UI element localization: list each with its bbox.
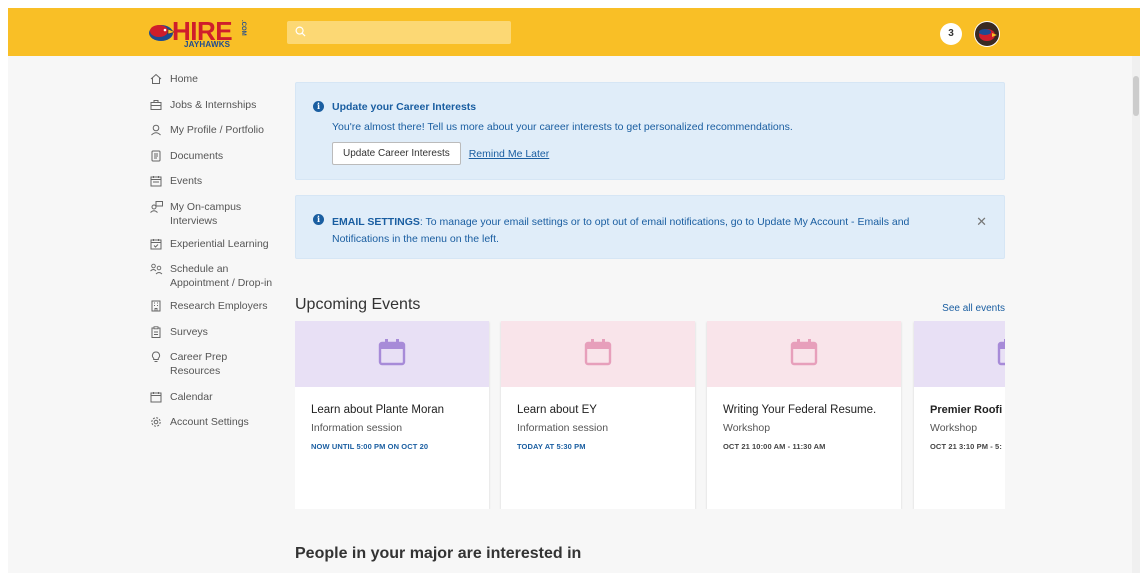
event-card[interactable]: Learn about Plante Moran Information ses… — [295, 321, 489, 509]
page-scrollbar[interactable] — [1132, 56, 1140, 573]
building-icon — [148, 299, 164, 313]
sidebar-item-label: Documents — [170, 149, 224, 162]
career-interests-alert: i Update your Career Interests You're al… — [295, 82, 1005, 180]
event-title: Writing Your Federal Resume. — [723, 404, 877, 416]
logo-subtitle: JAYHAWKS — [184, 40, 231, 49]
event-type: Information session — [311, 422, 403, 434]
sidebar-item-experiential[interactable]: Experiential Learning — [148, 237, 278, 251]
remind-me-later-link[interactable]: Remind Me Later — [469, 148, 550, 160]
event-title: Learn about Plante Moran — [311, 404, 444, 416]
alert-text: You're almost there! Tell us more about … — [332, 121, 793, 133]
calendar-icon — [148, 390, 164, 404]
sidebar-item-label: My On-campus Interviews — [170, 200, 242, 227]
email-settings-alert: i EMAIL SETTINGS: To manage your email s… — [295, 195, 1005, 259]
sidebar-item-surveys[interactable]: Surveys — [148, 325, 278, 339]
user-avatar-icon — [975, 22, 999, 46]
see-all-events-link[interactable]: See all events — [942, 303, 1005, 314]
upcoming-events-title: Upcoming Events — [295, 296, 421, 313]
person-icon — [148, 123, 164, 137]
sidebar-item-label: Jobs & Internships — [170, 98, 257, 111]
event-card[interactable]: Learn about EY Information session TODAY… — [501, 321, 695, 509]
close-icon[interactable]: ✕ — [976, 214, 987, 230]
calendar-icon — [377, 337, 407, 372]
sidebar-nav: Home Jobs & Internships My Profile / Por… — [148, 72, 278, 441]
event-type: Information session — [517, 422, 609, 434]
sidebar-item-label: Calendar — [170, 390, 213, 403]
sidebar-item-appointment[interactable]: Schedule an Appointment / Drop-in — [148, 262, 278, 290]
event-title: Premier Roofi Career Fair Oc — [930, 404, 1005, 416]
sidebar-item-calendar[interactable]: Calendar — [148, 390, 278, 404]
event-type: Workshop — [930, 422, 978, 434]
alert-strong-label: EMAIL SETTINGS — [332, 216, 420, 228]
sidebar-item-jobs[interactable]: Jobs & Internships — [148, 98, 278, 112]
event-banner — [295, 321, 489, 387]
sidebar-item-events[interactable]: Events — [148, 174, 278, 188]
event-banner — [707, 321, 901, 387]
sidebar-item-interviews[interactable]: My On-campus Interviews — [148, 200, 278, 228]
event-time: OCT 21 10:00 AM - 11:30 AM — [723, 442, 826, 451]
sidebar-item-account-settings[interactable]: Account Settings — [148, 415, 278, 429]
logo[interactable]: HIRE JAYHAWKS .COM — [146, 16, 254, 49]
interview-icon — [148, 200, 164, 214]
search-icon — [295, 26, 306, 37]
event-title: Learn about EY — [517, 404, 597, 416]
event-card[interactable]: Premier Roofi Career Fair Oc Workshop OC… — [914, 321, 1005, 509]
sidebar-item-profile[interactable]: My Profile / Portfolio — [148, 123, 278, 137]
sidebar-item-label: My Profile / Portfolio — [170, 124, 264, 136]
search-input[interactable] — [287, 21, 511, 44]
calendar-icon — [789, 337, 819, 372]
briefcase-icon — [148, 98, 164, 112]
notification-badge[interactable]: 3 — [940, 23, 962, 45]
sidebar-item-label: Research Employers — [170, 300, 268, 312]
sidebar-item-documents[interactable]: Documents — [148, 149, 278, 163]
event-time: NOW UNTIL 5:00 PM ON OCT 20 — [311, 442, 429, 451]
calendar-icon — [148, 174, 164, 188]
gear-icon — [148, 415, 164, 429]
calendar-check-icon — [148, 237, 164, 251]
events-carousel: Learn about Plante Moran Information ses… — [295, 321, 1005, 509]
event-time: TODAY AT 5:30 PM — [517, 442, 586, 451]
document-icon — [148, 149, 164, 163]
sidebar-item-home[interactable]: Home — [148, 72, 278, 86]
update-career-interests-button[interactable]: Update Career Interests — [332, 142, 461, 165]
calendar-icon — [583, 337, 613, 372]
sidebar-item-label: Home — [170, 73, 199, 85]
logo-suffix: .COM — [240, 20, 246, 36]
alert-title: Update your Career Interests — [332, 101, 477, 113]
event-card[interactable]: Writing Your Federal Resume. Workshop OC… — [707, 321, 901, 509]
home-icon — [148, 72, 164, 86]
info-icon: i — [313, 101, 324, 112]
main-content: i Update your Career Interests You're al… — [295, 82, 1005, 509]
scrollbar-thumb[interactable] — [1133, 76, 1139, 116]
lightbulb-icon — [148, 350, 164, 364]
sidebar-item-label: Schedule an Appointment / Drop-in — [170, 263, 273, 289]
sidebar-item-label: Career Prep Resources — [170, 351, 228, 377]
avatar[interactable] — [974, 21, 1000, 47]
top-bar: HIRE JAYHAWKS .COM 3 — [8, 8, 1140, 56]
people-interests-title: People in your major are interested in — [295, 545, 582, 562]
sidebar-item-label: Experiential Learning — [170, 237, 269, 250]
alert-text: EMAIL SETTINGS: To manage your email set… — [332, 214, 924, 248]
clipboard-icon — [148, 325, 164, 339]
sidebar-item-career-prep[interactable]: Career Prep Resources — [148, 350, 278, 378]
info-icon: i — [313, 214, 324, 225]
sidebar-item-employers[interactable]: Research Employers — [148, 299, 278, 313]
event-banner — [501, 321, 695, 387]
event-time: OCT 21 3:10 PM - 5: — [930, 442, 1002, 451]
people-icon — [148, 262, 164, 276]
event-banner — [914, 321, 1005, 387]
sidebar-item-label: Account Settings — [170, 416, 249, 428]
calendar-icon — [996, 337, 1005, 372]
event-type: Workshop — [723, 422, 771, 434]
sidebar-item-label: Surveys — [170, 325, 208, 338]
app-frame: HIRE JAYHAWKS .COM 3 Home Jobs & Interns… — [8, 8, 1140, 573]
sidebar-item-label: Events — [170, 175, 203, 187]
